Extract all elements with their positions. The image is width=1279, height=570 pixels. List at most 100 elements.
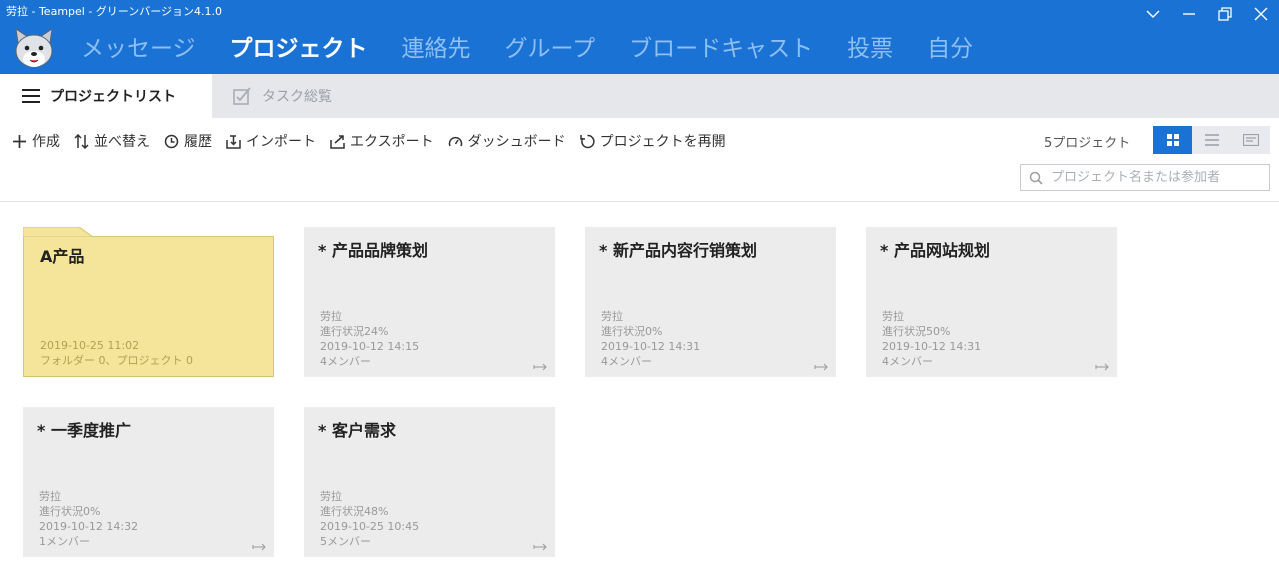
expand-arrow-icon[interactable] bbox=[252, 542, 266, 552]
collapse-button[interactable] bbox=[1135, 0, 1171, 28]
project-members: 4メンバー bbox=[882, 355, 933, 368]
project-progress: 進行状況0% bbox=[39, 505, 101, 518]
project-owner: 劳拉 bbox=[601, 310, 623, 323]
list-view-button[interactable] bbox=[1192, 126, 1231, 154]
project-card[interactable]: * 一季度推广 劳拉 進行状況0% 2019-10-12 14:32 1メンバー bbox=[23, 407, 274, 557]
minimize-icon bbox=[1183, 13, 1195, 15]
project-title: * 一季度推广 bbox=[37, 421, 131, 440]
project-meta: 劳拉 進行状況24% 2019-10-12 14:15 4メンバー bbox=[320, 309, 419, 369]
nav-groups[interactable]: グループ bbox=[488, 29, 613, 63]
gauge-icon bbox=[448, 136, 462, 146]
restore-button[interactable] bbox=[1207, 0, 1243, 28]
search-icon bbox=[1029, 171, 1043, 185]
view-mode-switch bbox=[1153, 126, 1270, 154]
detail-view-button[interactable] bbox=[1231, 126, 1270, 154]
app-logo-icon[interactable] bbox=[12, 27, 56, 71]
dashboard-button[interactable]: ダッシュボード bbox=[448, 131, 566, 151]
project-card[interactable]: * 产品网站规划 劳拉 進行状況50% 2019-10-12 14:31 4メン… bbox=[866, 227, 1117, 377]
project-title: * 客户需求 bbox=[318, 421, 396, 440]
search-input[interactable] bbox=[1051, 170, 1261, 185]
project-progress: 進行状況0% bbox=[601, 325, 663, 338]
project-members: 1メンバー bbox=[39, 535, 90, 548]
toolbar: 作成 並べ替え 履歴 インポート エクスポート ダッシュボード プロジェクトを再… bbox=[12, 129, 740, 153]
tab-task-overview[interactable]: タスク総覧 bbox=[232, 74, 332, 118]
project-date: 2019-10-12 14:31 bbox=[882, 340, 982, 353]
folder-card[interactable]: A产品 2019-10-25 11:02 フォルダー 0、プロジェクト 0 bbox=[23, 227, 274, 377]
folder-date: 2019-10-25 11:02 bbox=[40, 339, 140, 352]
project-owner: 劳拉 bbox=[320, 490, 342, 503]
import-button[interactable]: インポート bbox=[226, 131, 316, 151]
project-owner: 劳拉 bbox=[320, 310, 342, 323]
nav-contacts[interactable]: 連絡先 bbox=[385, 29, 488, 63]
close-button[interactable] bbox=[1243, 0, 1279, 28]
sort-label: 並べ替え bbox=[94, 134, 150, 150]
project-meta: 劳拉 進行状況0% 2019-10-12 14:32 1メンバー bbox=[39, 489, 138, 549]
project-meta: 劳拉 進行状況0% 2019-10-12 14:31 4メンバー bbox=[601, 309, 700, 369]
export-button[interactable]: エクスポート bbox=[330, 131, 434, 151]
history-button[interactable]: 履歴 bbox=[164, 131, 212, 151]
nav-projects[interactable]: プロジェクト bbox=[213, 29, 385, 63]
app-header: 劳拉 - Teampel - グリーンバージョン4.1.0 メッセージ プロジェ… bbox=[0, 0, 1279, 74]
project-owner: 劳拉 bbox=[882, 310, 904, 323]
toolbar-divider bbox=[0, 201, 1279, 202]
sort-icon bbox=[74, 133, 89, 149]
project-progress: 進行状況48% bbox=[320, 505, 389, 518]
main-nav: メッセージ プロジェクト 連絡先 グループ ブロードキャスト 投票 自分 bbox=[64, 28, 990, 64]
project-title: * 产品品牌策划 bbox=[318, 241, 428, 260]
reopen-project-label: プロジェクトを再開 bbox=[599, 134, 726, 150]
expand-arrow-icon[interactable] bbox=[533, 542, 547, 552]
nav-messages[interactable]: メッセージ bbox=[64, 29, 213, 63]
grid-view-button[interactable] bbox=[1153, 126, 1192, 154]
project-meta: 劳拉 進行状況48% 2019-10-25 10:45 5メンバー bbox=[320, 489, 419, 549]
project-count: 5プロジェクト bbox=[1044, 136, 1131, 151]
history-label: 履歴 bbox=[184, 134, 212, 150]
folder-title: A产品 bbox=[40, 247, 85, 266]
clock-icon bbox=[164, 134, 179, 148]
project-title: * 新产品内容行销策划 bbox=[599, 241, 757, 260]
nav-me[interactable]: 自分 bbox=[910, 29, 990, 63]
project-date: 2019-10-12 14:32 bbox=[39, 520, 139, 533]
expand-arrow-icon[interactable] bbox=[814, 362, 828, 372]
reopen-icon bbox=[579, 134, 595, 148]
project-progress: 進行状況50% bbox=[882, 325, 951, 338]
restore-icon bbox=[1218, 7, 1232, 21]
project-date: 2019-10-12 14:15 bbox=[320, 340, 420, 353]
project-card[interactable]: * 产品品牌策划 劳拉 進行状況24% 2019-10-12 14:15 4メン… bbox=[304, 227, 555, 377]
minimize-button[interactable] bbox=[1171, 0, 1207, 28]
detail-view-icon bbox=[1242, 134, 1259, 146]
grid-icon bbox=[1166, 134, 1179, 146]
plus-icon bbox=[13, 134, 26, 148]
export-label: エクスポート bbox=[350, 134, 434, 150]
project-date: 2019-10-12 14:31 bbox=[601, 340, 701, 353]
search-box bbox=[1020, 164, 1270, 191]
project-card[interactable]: * 新产品内容行销策划 劳拉 進行状況0% 2019-10-12 14:31 4… bbox=[585, 227, 836, 377]
window-title: 劳拉 - Teampel - グリーンバージョン4.1.0 bbox=[6, 5, 223, 18]
close-icon bbox=[1254, 7, 1268, 21]
export-icon bbox=[330, 134, 345, 149]
create-label: 作成 bbox=[32, 134, 60, 150]
expand-arrow-icon[interactable] bbox=[1095, 362, 1109, 372]
project-card[interactable]: * 客户需求 劳拉 進行状況48% 2019-10-25 10:45 5メンバー bbox=[304, 407, 555, 557]
nav-broadcast[interactable]: ブロードキャスト bbox=[612, 29, 830, 63]
project-progress: 進行状況24% bbox=[320, 325, 389, 338]
dashboard-label: ダッシュボード bbox=[467, 134, 566, 150]
reopen-project-button[interactable]: プロジェクトを再開 bbox=[579, 131, 726, 151]
tab-project-list[interactable]: プロジェクトリスト bbox=[0, 74, 212, 118]
window-controls bbox=[1135, 0, 1279, 28]
project-members: 4メンバー bbox=[601, 355, 652, 368]
menu-icon bbox=[22, 89, 40, 103]
create-button[interactable]: 作成 bbox=[12, 131, 60, 151]
tab-project-list-label: プロジェクトリスト bbox=[50, 89, 176, 105]
folder-tab-icon bbox=[23, 227, 93, 237]
expand-arrow-icon[interactable] bbox=[533, 362, 547, 372]
chevron-down-icon bbox=[1146, 10, 1160, 18]
sub-tab-bar: プロジェクトリスト タスク総覧 bbox=[0, 74, 1279, 118]
checklist-icon bbox=[233, 87, 251, 105]
project-title: * 产品网站规划 bbox=[880, 241, 990, 260]
sort-button[interactable]: 並べ替え bbox=[74, 131, 150, 151]
folder-meta: 2019-10-25 11:02 フォルダー 0、プロジェクト 0 bbox=[40, 338, 193, 368]
nav-vote[interactable]: 投票 bbox=[830, 29, 910, 63]
project-owner: 劳拉 bbox=[39, 490, 61, 503]
list-icon bbox=[1204, 134, 1219, 146]
folder-summary: フォルダー 0、プロジェクト 0 bbox=[40, 354, 193, 367]
